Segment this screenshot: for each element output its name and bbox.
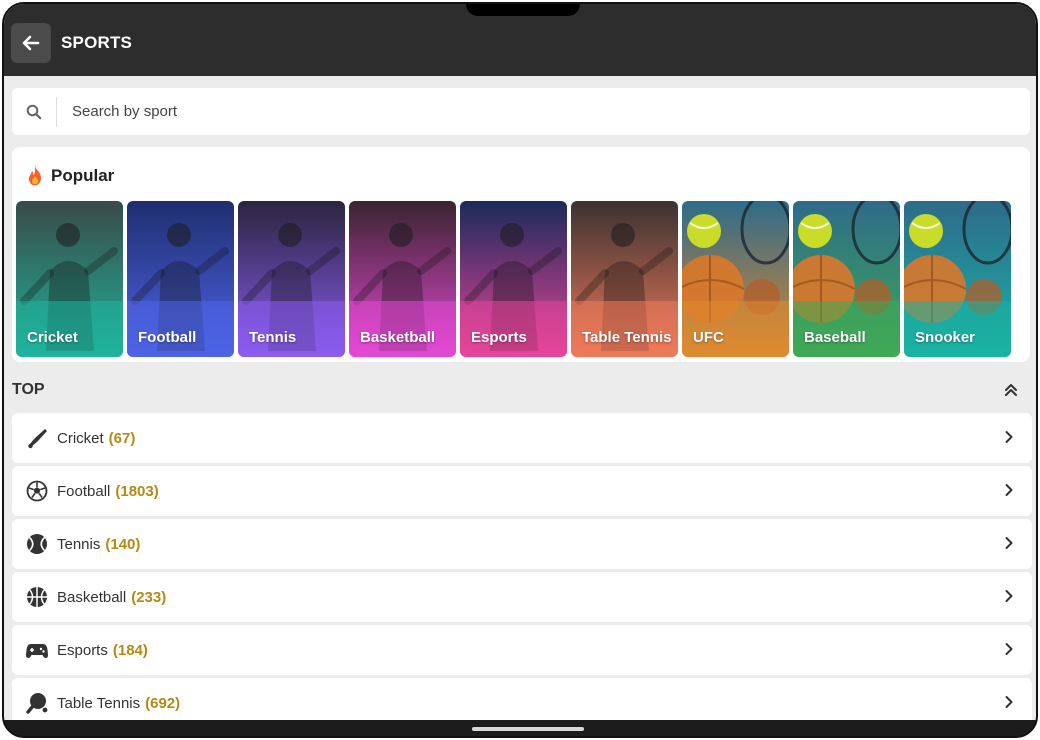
page-title: SPORTS bbox=[61, 33, 133, 52]
fire-icon bbox=[29, 166, 41, 186]
device-frame: SPORTS Popular Cricket Football Tennis Bask… bbox=[2, 2, 1038, 738]
popular-card-tennis[interactable]: Tennis bbox=[238, 201, 345, 357]
sport-item-table-tennis[interactable]: Table Tennis (692) bbox=[12, 678, 1032, 720]
chevron-right-icon bbox=[1004, 642, 1014, 656]
popular-card-label: Tennis bbox=[249, 329, 297, 346]
sport-name: Football bbox=[57, 482, 111, 500]
popular-title: Popular bbox=[51, 166, 115, 185]
popular-card-snooker[interactable]: Snooker bbox=[904, 201, 1011, 357]
sport-count: (67) bbox=[108, 429, 136, 447]
popular-cards: Cricket Football Tennis Basketball Esports Ta… bbox=[16, 201, 1015, 357]
sport-name: Basketball bbox=[57, 588, 127, 606]
popular-section: Popular Cricket Football Tennis Basketball E… bbox=[12, 147, 1030, 362]
popular-card-cricket[interactable]: Cricket bbox=[16, 201, 123, 357]
popular-card-label: Baseball bbox=[804, 329, 866, 346]
chevrons-up-icon[interactable] bbox=[1004, 383, 1018, 397]
tennis-ball-icon bbox=[26, 533, 48, 555]
popular-card-football[interactable]: Football bbox=[127, 201, 234, 357]
sport-item-cricket[interactable]: Cricket (67) bbox=[12, 413, 1032, 463]
top-section-header: TOP bbox=[12, 372, 1030, 408]
search-divider bbox=[56, 96, 57, 127]
search-icon bbox=[12, 104, 56, 120]
chevron-right-icon bbox=[1004, 483, 1014, 497]
sport-count: (233) bbox=[131, 588, 167, 606]
sport-count: (1803) bbox=[115, 482, 159, 500]
sport-name: Tennis bbox=[57, 535, 101, 553]
popular-card-label: Football bbox=[138, 329, 197, 346]
home-bar-area bbox=[4, 720, 1036, 736]
popular-heading: Popular bbox=[26, 165, 114, 187]
sport-count: (184) bbox=[112, 641, 148, 659]
basketball-icon bbox=[26, 586, 48, 608]
sport-count: (692) bbox=[145, 694, 181, 712]
search-bar bbox=[12, 88, 1030, 135]
popular-card-label: Snooker bbox=[915, 329, 976, 346]
popular-card-label: UFC bbox=[693, 329, 724, 346]
sport-count: (140) bbox=[105, 535, 141, 553]
gamepad-icon bbox=[26, 639, 48, 661]
back-button[interactable] bbox=[11, 23, 51, 63]
sport-name: Cricket bbox=[57, 429, 104, 447]
popular-card-label: Basketball bbox=[360, 329, 436, 346]
soccer-ball-icon bbox=[26, 480, 48, 502]
popular-card-ufc[interactable]: UFC bbox=[682, 201, 789, 357]
search-input[interactable] bbox=[72, 103, 972, 120]
arrow-left-icon bbox=[22, 35, 40, 51]
popular-card-label: Cricket bbox=[27, 329, 78, 346]
chevron-right-icon bbox=[1004, 695, 1014, 709]
home-indicator[interactable] bbox=[472, 727, 584, 731]
top-title: TOP bbox=[12, 381, 45, 398]
popular-card-esports[interactable]: Esports bbox=[460, 201, 567, 357]
chevron-right-icon bbox=[1004, 589, 1014, 603]
sport-item-tennis[interactable]: Tennis (140) bbox=[12, 519, 1032, 569]
popular-card-label: Esports bbox=[471, 329, 527, 346]
chevron-right-icon bbox=[1004, 536, 1014, 550]
sport-name: Esports bbox=[57, 641, 108, 659]
cricket-bat-icon bbox=[26, 427, 48, 449]
sport-name: Table Tennis bbox=[57, 694, 141, 712]
sport-item-basketball[interactable]: Basketball (233) bbox=[12, 572, 1032, 622]
popular-card-basketball[interactable]: Basketball bbox=[349, 201, 456, 357]
ping-pong-paddle-icon bbox=[26, 692, 48, 714]
sport-list: Cricket (67) Football (1803) Tennis (140) Bask… bbox=[12, 413, 1032, 720]
screen: SPORTS Popular Cricket Football Tennis Bask… bbox=[4, 4, 1036, 720]
sport-item-esports[interactable]: Esports (184) bbox=[12, 625, 1032, 675]
chevron-right-icon bbox=[1004, 430, 1014, 444]
popular-card-table-tennis[interactable]: Table Tennis bbox=[571, 201, 678, 357]
popular-card-baseball[interactable]: Baseball bbox=[793, 201, 900, 357]
device-notch bbox=[466, 4, 580, 16]
popular-card-label: Table Tennis bbox=[582, 329, 672, 346]
sport-item-football[interactable]: Football (1803) bbox=[12, 466, 1032, 516]
